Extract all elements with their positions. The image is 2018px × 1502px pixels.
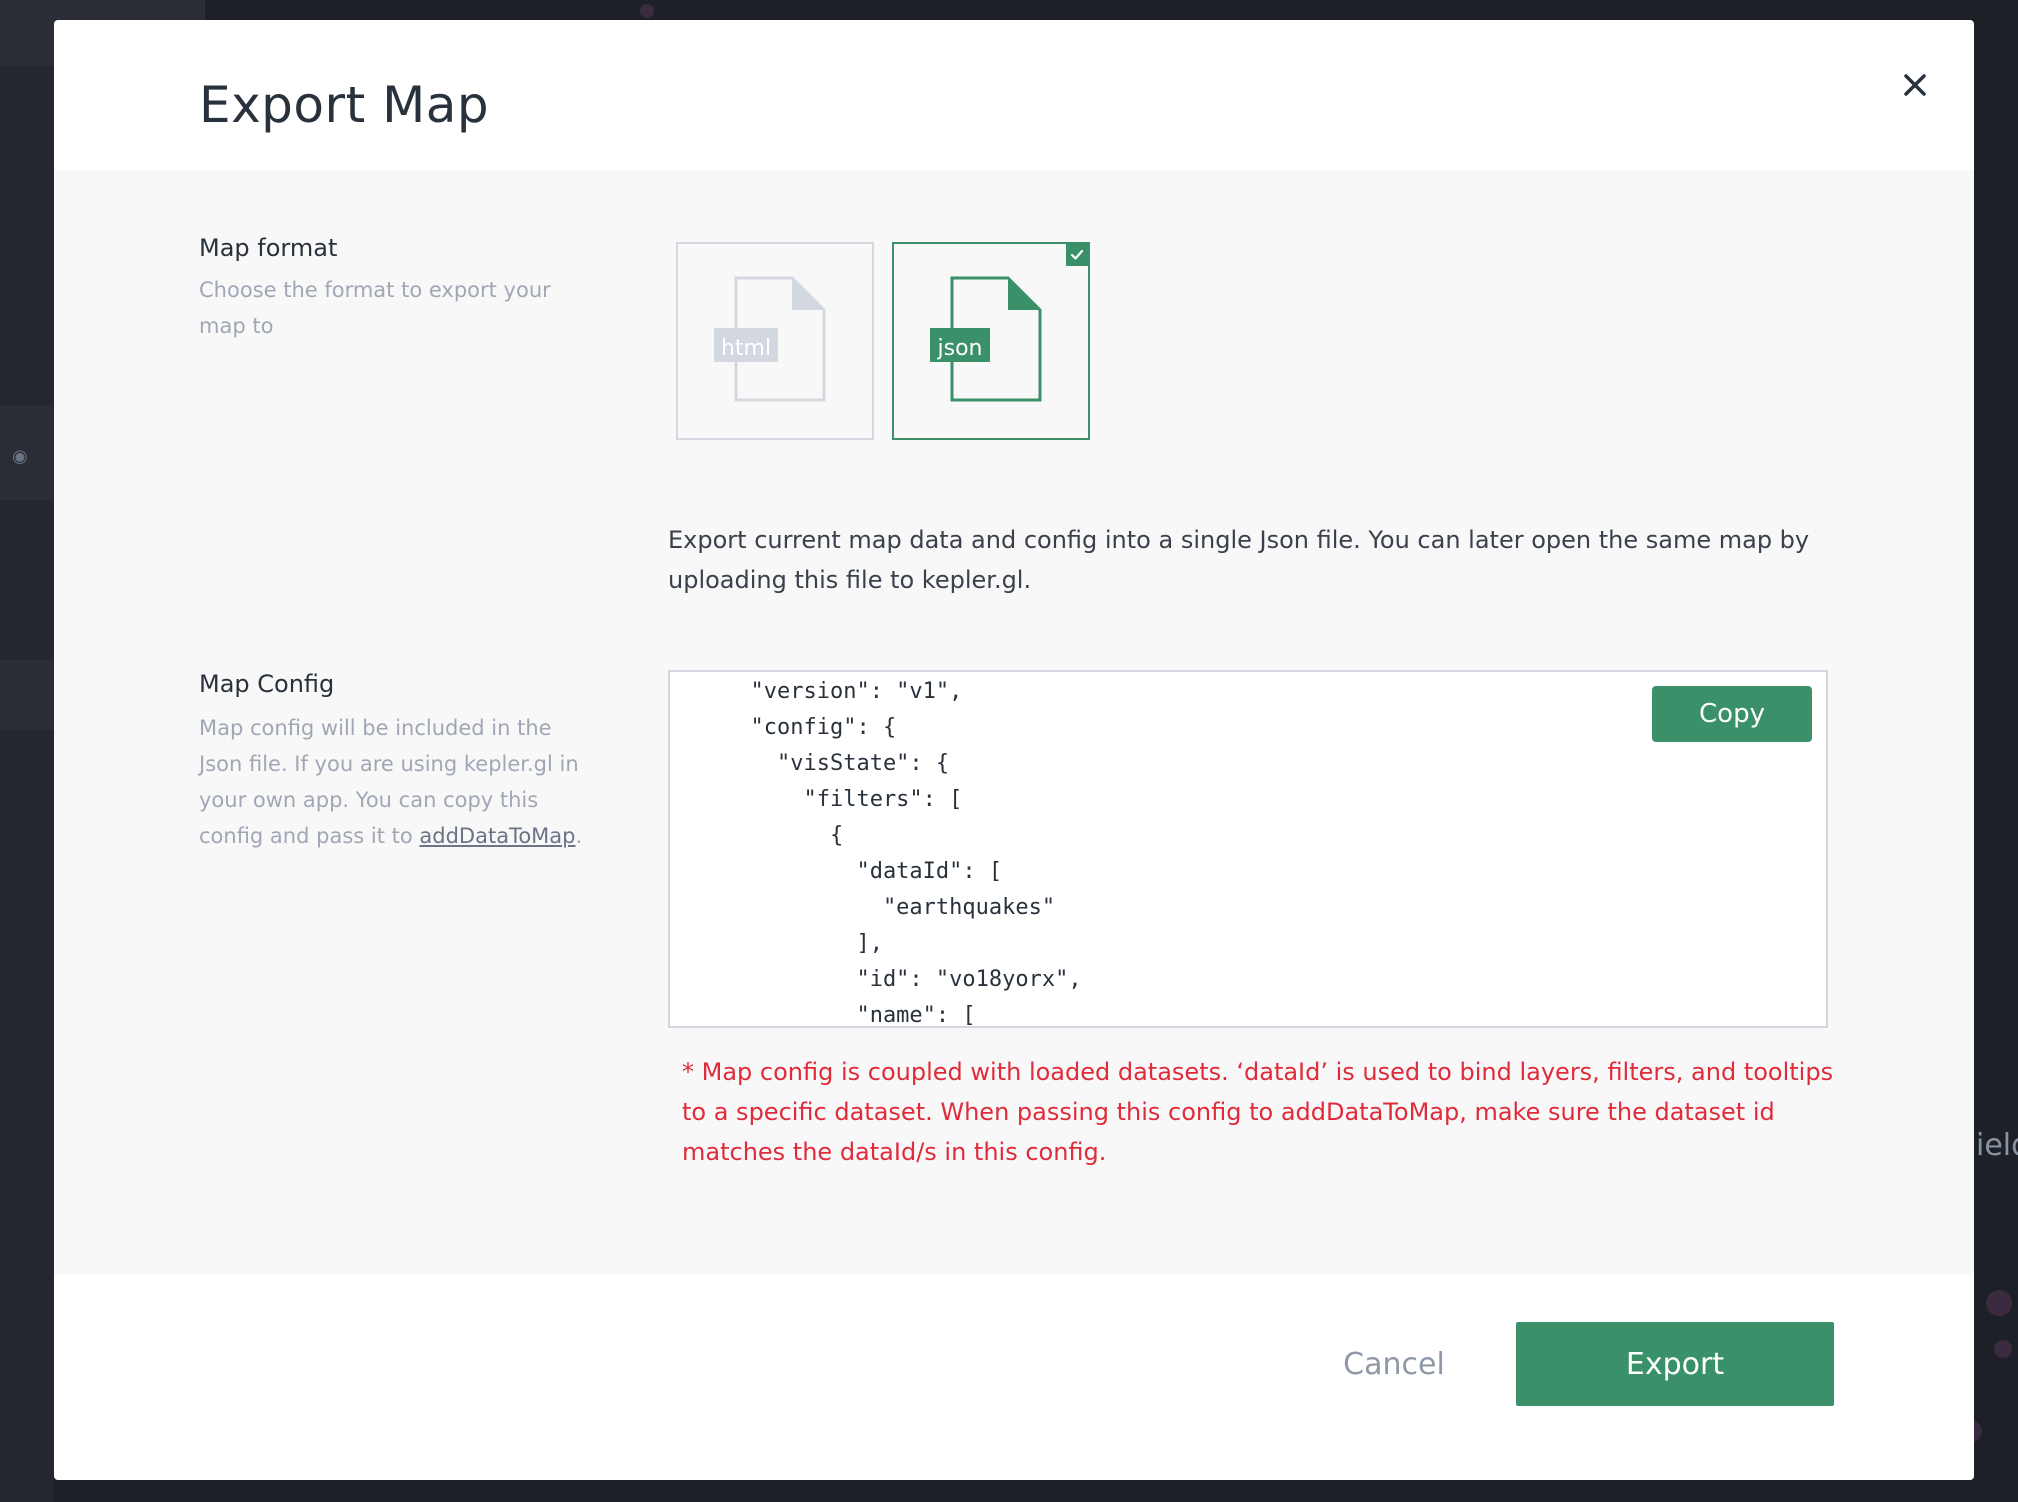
map-config-warning: * Map config is coupled with loaded data… [682,1058,1834,1166]
selected-check-icon [1066,244,1088,266]
format-option-html[interactable]: html [676,242,874,440]
cancel-button[interactable]: Cancel [1304,1322,1484,1406]
background-layer-row-2 [0,660,54,730]
map-config-code: "version": "v1", "config": { "visState":… [750,679,1082,1028]
background-sidebar [0,0,54,1502]
copy-button[interactable]: Copy [1652,686,1812,742]
eye-icon: ◉ [12,446,28,467]
html-format-label: html [720,336,772,361]
map-format-title: Map format [199,234,338,262]
map-config-title: Map Config [199,670,335,698]
close-button[interactable] [1892,62,1938,108]
add-data-to-map-link[interactable]: addDataToMap [419,824,575,848]
json-format-label: json [937,336,983,361]
map-format-description: Choose the format to export your map to [199,278,551,338]
modal-title: Export Map [199,76,490,134]
background-map-point [640,4,654,18]
export-map-modal: Export Map Map format Choose the format … [54,20,1974,1480]
format-description: Export current map data and config into … [668,526,1810,594]
background-map-point [1986,1290,2012,1316]
close-icon [1904,74,1926,96]
map-config-description: Map config will be included in the Json … [199,710,589,854]
background-map-label: ield [1976,1128,2018,1163]
export-button[interactable]: Export [1516,1322,1834,1406]
map-config-description-end: . [575,824,583,848]
background-map-point [1994,1340,2012,1358]
format-option-json[interactable]: json [892,242,1090,440]
